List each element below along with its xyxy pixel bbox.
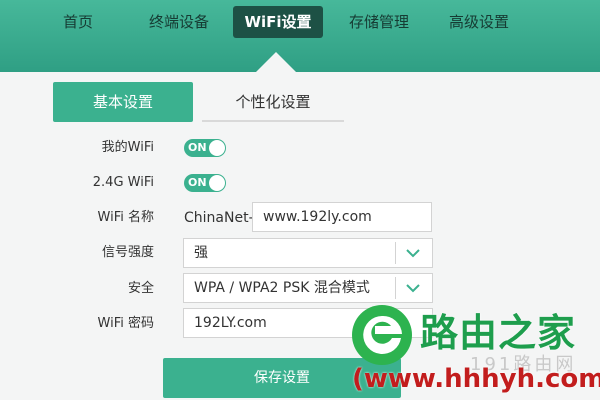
select-divider (395, 242, 396, 264)
wifi-24g-toggle[interactable]: ON (184, 174, 226, 192)
wifi-password-label: WiFi 密码 (97, 316, 154, 331)
tab-personal-settings[interactable]: 个性化设置 (202, 82, 344, 122)
chevron-down-icon (406, 249, 420, 258)
tab-basic-settings[interactable]: 基本设置 (53, 82, 193, 122)
chevron-down-icon (406, 284, 420, 293)
security-select[interactable]: WPA / WPA2 PSK 混合模式 (183, 273, 433, 303)
top-nav-bar: 首页 终端设备 WiFi设置 存储管理 高级设置 (0, 0, 600, 72)
signal-strength-value: 强 (194, 245, 208, 261)
toggle-knob (209, 175, 225, 191)
nav-advanced[interactable]: 高级设置 (434, 6, 524, 38)
security-label: 安全 (127, 281, 154, 296)
wifi-24g-toggle-state: ON (188, 176, 207, 189)
security-value: WPA / WPA2 PSK 混合模式 (194, 280, 370, 296)
my-wifi-toggle-state: ON (188, 141, 207, 154)
select-divider (395, 277, 396, 299)
watermark-url: (www.hhhyh.com) (352, 364, 600, 394)
wifi-name-label: WiFi 名称 (97, 210, 154, 225)
wifi-name-input[interactable]: www.192ly.com (252, 202, 432, 232)
signal-strength-select[interactable]: 强 (183, 238, 433, 268)
watermark-brand: 路由之家 (420, 311, 577, 355)
my-wifi-label: 我的WiFi (101, 140, 154, 155)
nav-devices[interactable]: 终端设备 (134, 6, 224, 38)
watermark-logo (352, 305, 412, 365)
nav-storage[interactable]: 存储管理 (334, 6, 424, 38)
nav-home[interactable]: 首页 (48, 6, 108, 38)
signal-strength-label: 信号强度 (101, 245, 154, 260)
wifi-24g-label: 2.4G WiFi (92, 175, 154, 190)
nav-wifi-settings[interactable]: WiFi设置 (233, 6, 323, 38)
my-wifi-toggle[interactable]: ON (184, 139, 226, 157)
active-nav-pointer (256, 52, 296, 72)
toggle-knob (209, 140, 225, 156)
wifi-name-prefix: ChinaNet- (184, 210, 254, 226)
